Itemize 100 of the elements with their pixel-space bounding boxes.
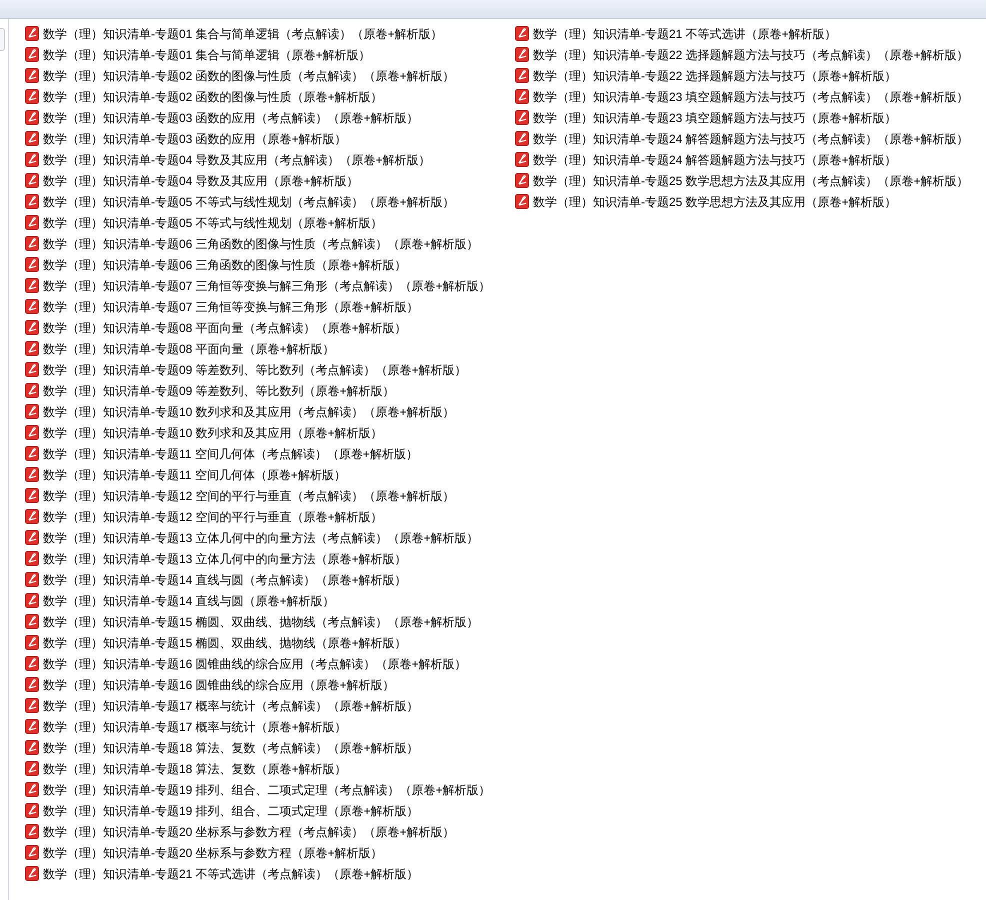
pdf-file-icon [25,488,39,503]
pdf-file-icon [25,404,39,419]
pdf-file-icon [25,383,39,398]
file-item[interactable]: 数学（理）知识清单-专题03 函数的应用（考点解读）（原卷+解析版） [25,107,515,128]
pdf-file-icon [25,68,39,83]
pdf-file-icon [515,194,529,209]
pdf-file-icon [515,173,529,188]
pdf-file-icon [25,152,39,167]
file-item[interactable]: 数学（理）知识清单-专题04 导数及其应用（原卷+解析版） [25,170,515,191]
file-item[interactable]: 数学（理）知识清单-专题16 圆锥曲线的综合应用（考点解读）（原卷+解析版） [25,653,515,674]
file-item[interactable]: 数学（理）知识清单-专题17 概率与统计（考点解读）（原卷+解析版） [25,695,515,716]
pdf-file-icon [25,635,39,650]
file-item[interactable]: 数学（理）知识清单-专题08 平面向量（考点解读）（原卷+解析版） [25,317,515,338]
pdf-file-icon [25,257,39,272]
file-item[interactable]: 数学（理）知识清单-专题06 三角函数的图像与性质（考点解读）（原卷+解析版） [25,233,515,254]
pdf-file-icon [25,194,39,209]
pdf-file-icon [515,47,529,62]
file-item[interactable]: 数学（理）知识清单-专题01 集合与简单逻辑（考点解读）（原卷+解析版） [25,23,515,44]
pdf-file-icon [25,761,39,776]
file-item[interactable]: 数学（理）知识清单-专题12 空间的平行与垂直（考点解读）（原卷+解析版） [25,485,515,506]
file-item[interactable]: 数学（理）知识清单-专题25 数学思想方法及其应用（原卷+解析版） [515,191,985,212]
file-item[interactable]: 数学（理）知识清单-专题24 解答题解题方法与技巧（考点解读）（原卷+解析版） [515,128,985,149]
file-item[interactable]: 数学（理）知识清单-专题20 坐标系与参数方程（原卷+解析版） [25,842,515,863]
file-item[interactable]: 数学（理）知识清单-专题07 三角恒等变换与解三角形（考点解读）（原卷+解析版） [25,275,515,296]
file-item[interactable]: 数学（理）知识清单-专题01 集合与简单逻辑（原卷+解析版） [25,44,515,65]
pdf-file-icon [515,89,529,104]
pdf-file-icon [515,26,529,41]
file-item[interactable]: 数学（理）知识清单-专题16 圆锥曲线的综合应用（原卷+解析版） [25,674,515,695]
pdf-file-icon [25,278,39,293]
file-item[interactable]: 数学（理）知识清单-专题11 空间几何体（考点解读）（原卷+解析版） [25,443,515,464]
pdf-file-icon [25,677,39,692]
pdf-file-icon [25,551,39,566]
pdf-file-icon [25,341,39,356]
file-item[interactable]: 数学（理）知识清单-专题06 三角函数的图像与性质（原卷+解析版） [25,254,515,275]
pdf-file-icon [25,803,39,818]
file-item[interactable]: 数学（理）知识清单-专题08 平面向量（原卷+解析版） [25,338,515,359]
pdf-file-icon [515,152,529,167]
file-item[interactable]: 数学（理）知识清单-专题10 数列求和及其应用（原卷+解析版） [25,422,515,443]
file-item[interactable]: 数学（理）知识清单-专题23 填空题解题方法与技巧（原卷+解析版） [515,107,985,128]
file-item[interactable]: 数学（理）知识清单-专题13 立体几何中的向量方法（原卷+解析版） [25,548,515,569]
file-item[interactable]: 数学（理）知识清单-专题25 数学思想方法及其应用（考点解读）（原卷+解析版） [515,170,985,191]
file-item[interactable]: 数学（理）知识清单-专题15 椭圆、双曲线、抛物线（原卷+解析版） [25,632,515,653]
file-item[interactable]: 数学（理）知识清单-专题04 导数及其应用（考点解读）（原卷+解析版） [25,149,515,170]
file-item[interactable]: 数学（理）知识清单-专题21 不等式选讲（原卷+解析版） [515,23,985,44]
pdf-file-icon [25,320,39,335]
pdf-file-icon [515,131,529,146]
file-item[interactable]: 数学（理）知识清单-专题18 算法、复数（原卷+解析版） [25,758,515,779]
pdf-file-icon [25,509,39,524]
file-item[interactable]: 数学（理）知识清单-专题21 不等式选讲（考点解读）（原卷+解析版） [25,863,515,884]
pdf-file-icon [25,26,39,41]
pdf-file-icon [25,782,39,797]
file-item[interactable]: 数学（理）知识清单-专题12 空间的平行与垂直（原卷+解析版） [25,506,515,527]
file-item[interactable]: 数学（理）知识清单-专题13 立体几何中的向量方法（考点解读）（原卷+解析版） [25,527,515,548]
file-item[interactable]: 数学（理）知识清单-专题19 排列、组合、二项式定理（原卷+解析版） [25,800,515,821]
file-item[interactable]: 数学（理）知识清单-专题03 函数的应用（原卷+解析版） [25,128,515,149]
file-item[interactable]: 数学（理）知识清单-专题10 数列求和及其应用（考点解读）（原卷+解析版） [25,401,515,422]
file-item[interactable]: 数学（理）知识清单-专题22 选择题解题方法与技巧（原卷+解析版） [515,65,985,86]
pdf-file-icon [25,47,39,62]
pdf-file-icon [25,362,39,377]
file-item[interactable]: 数学（理）知识清单-专题24 解答题解题方法与技巧（原卷+解析版） [515,149,985,170]
file-item[interactable]: 数学（理）知识清单-专题14 直线与圆（考点解读）（原卷+解析版） [25,569,515,590]
file-item[interactable]: 数学（理）知识清单-专题20 坐标系与参数方程（考点解读）（原卷+解析版） [25,821,515,842]
file-item[interactable]: 数学（理）知识清单-专题15 椭圆、双曲线、抛物线（考点解读）（原卷+解析版） [25,611,515,632]
file-item[interactable]: 数学（理）知识清单-专题14 直线与圆（原卷+解析版） [25,590,515,611]
file-item[interactable]: 数学（理）知识清单-专题18 算法、复数（考点解读）（原卷+解析版） [25,737,515,758]
file-item[interactable]: 数学（理）知识清单-专题09 等差数列、等比数列（原卷+解析版） [25,380,515,401]
file-item[interactable]: 数学（理）知识清单-专题19 排列、组合、二项式定理（考点解读）（原卷+解析版） [25,779,515,800]
pdf-file-icon [25,89,39,104]
pdf-file-icon [25,845,39,860]
pdf-file-icon [25,824,39,839]
file-item[interactable]: 数学（理）知识清单-专题02 函数的图像与性质（考点解读）（原卷+解析版） [25,65,515,86]
pdf-file-icon [25,530,39,545]
file-item[interactable]: 数学（理）知识清单-专题09 等差数列、等比数列（考点解读）（原卷+解析版） [25,359,515,380]
pdf-file-icon [25,299,39,314]
pdf-file-icon [25,236,39,251]
pdf-file-icon [25,614,39,629]
pdf-file-icon [25,446,39,461]
nav-pane-handle[interactable] [0,28,5,51]
file-item[interactable]: 数学（理）知识清单-专题05 不等式与线性规划（考点解读）（原卷+解析版） [25,191,515,212]
file-item[interactable]: 数学（理）知识清单-专题07 三角恒等变换与解三角形（原卷+解析版） [25,296,515,317]
pdf-file-icon [25,698,39,713]
pdf-file-icon [25,593,39,608]
pdf-file-icon [515,110,529,125]
pdf-file-icon [25,425,39,440]
pdf-file-icon [25,866,39,881]
pdf-file-icon [25,131,39,146]
pdf-file-icon [25,215,39,230]
pdf-file-icon [25,740,39,755]
file-item[interactable]: 数学（理）知识清单-专题11 空间几何体（原卷+解析版） [25,464,515,485]
file-item[interactable]: 数学（理）知识清单-专题02 函数的图像与性质（原卷+解析版） [25,86,515,107]
pdf-file-icon [25,110,39,125]
pdf-file-icon [515,68,529,83]
pdf-file-icon [25,467,39,482]
file-item[interactable]: 数学（理）知识清单-专题17 概率与统计（原卷+解析版） [25,716,515,737]
file-item[interactable]: 数学（理）知识清单-专题22 选择题解题方法与技巧（考点解读）（原卷+解析版） [515,44,985,65]
file-item[interactable]: 数学（理）知识清单-专题05 不等式与线性规划（原卷+解析版） [25,212,515,233]
pdf-file-icon [25,656,39,671]
pdf-file-icon [25,173,39,188]
file-item[interactable]: 数学（理）知识清单-专题23 填空题解题方法与技巧（考点解读）（原卷+解析版） [515,86,985,107]
pdf-file-icon [25,572,39,587]
